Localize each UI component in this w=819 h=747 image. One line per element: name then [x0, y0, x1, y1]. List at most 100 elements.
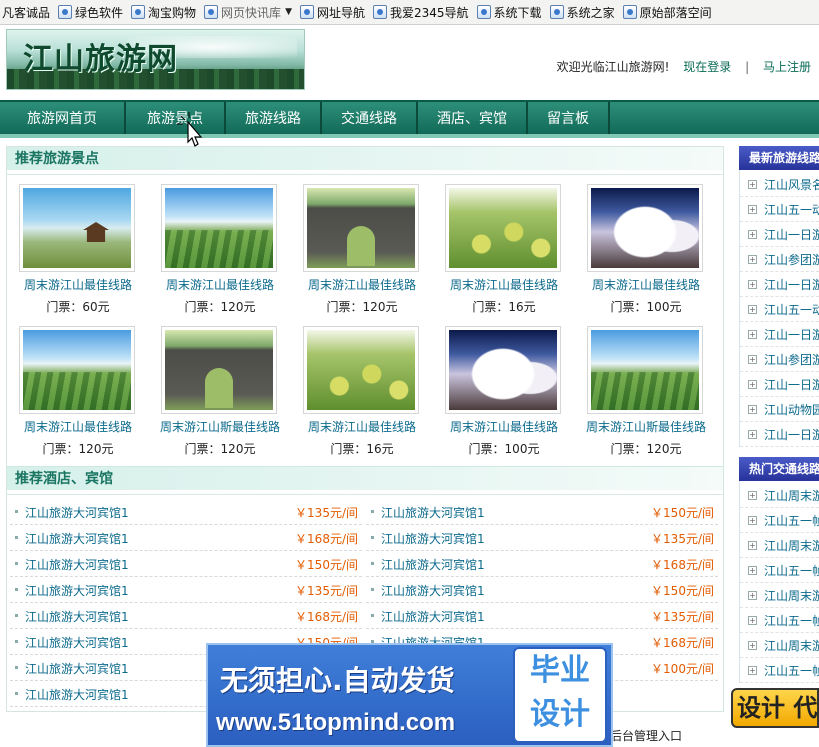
favorite-link[interactable]: 系统之家: [549, 4, 615, 21]
hotel-item[interactable]: 江山旅游大河宾馆1 ￥150元/间: [366, 577, 718, 603]
list-item[interactable]: + 江山参团游: [740, 247, 819, 272]
list-item[interactable]: + 江山动物园: [740, 397, 819, 422]
list-item[interactable]: + 江山五一动: [740, 197, 819, 222]
hotel-name[interactable]: 江山旅游大河宾馆1: [25, 660, 129, 677]
spot-name[interactable]: 周末游江山斯最佳线路: [150, 418, 290, 435]
list-item[interactable]: + 江山周末游: [740, 533, 819, 558]
favorite-link[interactable]: 网址导航: [299, 4, 365, 21]
list-item[interactable]: + 江山五一帧: [740, 608, 819, 633]
spot-card[interactable]: 周末游江山最佳线路 门票：16元: [434, 180, 568, 314]
spot-name[interactable]: 周末游江山最佳线路: [292, 418, 432, 435]
traffic-link[interactable]: 江山周末游: [764, 587, 819, 604]
spot-thumbnail[interactable]: [161, 326, 277, 414]
list-item[interactable]: + 江山参团游: [740, 347, 819, 372]
list-item[interactable]: + 江山风景名: [740, 172, 819, 197]
traffic-link[interactable]: 江山五一帧: [764, 562, 819, 579]
favorite-link[interactable]: 原始部落空间: [622, 4, 712, 21]
favorite-link[interactable]: 系统下载: [476, 4, 542, 21]
spot-card[interactable]: 周末游江山最佳线路 门票：16元: [292, 322, 426, 456]
spot-card[interactable]: 周末游江山最佳线路 门票：60元: [8, 180, 142, 314]
traffic-link[interactable]: 江山周末游: [764, 537, 819, 554]
hotel-item[interactable]: 江山旅游大河宾馆1 ￥150元/间: [366, 499, 718, 525]
route-link[interactable]: 江山一日游: [764, 276, 819, 293]
spot-name[interactable]: 周末游江山斯最佳线路: [576, 418, 716, 435]
traffic-link[interactable]: 江山周末游: [764, 637, 819, 654]
spot-thumbnail[interactable]: [445, 326, 561, 414]
list-item[interactable]: + 江山周末游: [740, 583, 819, 608]
route-link[interactable]: 江山五一动: [764, 201, 819, 218]
traffic-link[interactable]: 江山周末游: [764, 487, 819, 504]
traffic-link[interactable]: 江山五一帧: [764, 512, 819, 529]
nav-routes[interactable]: 旅游线路: [226, 102, 322, 134]
spot-name[interactable]: 周末游江山最佳线路: [434, 418, 574, 435]
spot-card[interactable]: 周末游江山最佳线路 门票：120元: [8, 322, 142, 456]
hotel-name[interactable]: 江山旅游大河宾馆1: [381, 556, 485, 573]
hotel-item[interactable]: 江山旅游大河宾馆1 ￥135元/间: [10, 499, 362, 525]
corner-ad-banner[interactable]: 设计 代: [731, 688, 819, 728]
traffic-link[interactable]: 江山五一帧: [764, 662, 819, 679]
spot-card[interactable]: 周末游江山最佳线路 门票：100元: [576, 180, 710, 314]
spot-card[interactable]: 周末游江山最佳线路 门票：100元: [434, 322, 568, 456]
spot-card[interactable]: 周末游江山最佳线路 门票：120元: [292, 180, 426, 314]
hotel-name[interactable]: 江山旅游大河宾馆1: [381, 582, 485, 599]
hotel-name[interactable]: 江山旅游大河宾馆1: [381, 608, 485, 625]
favorite-folder[interactable]: 网页快讯库 ▼: [204, 4, 292, 21]
route-link[interactable]: 江山动物园: [764, 401, 819, 418]
list-item[interactable]: + 江山五一动: [740, 297, 819, 322]
list-item[interactable]: + 江山五一帧: [740, 508, 819, 533]
hotel-name[interactable]: 江山旅游大河宾馆1: [25, 530, 129, 547]
list-item[interactable]: + 江山五一帧: [740, 558, 819, 583]
hotel-name[interactable]: 江山旅游大河宾馆1: [381, 530, 485, 547]
hotel-item[interactable]: 江山旅游大河宾馆1 ￥135元/间: [366, 525, 718, 551]
route-link[interactable]: 江山一日游: [764, 426, 819, 443]
spot-thumbnail[interactable]: [445, 184, 561, 272]
spot-name[interactable]: 周末游江山最佳线路: [576, 276, 716, 293]
traffic-link[interactable]: 江山五一帧: [764, 612, 819, 629]
list-item[interactable]: + 江山周末游: [740, 633, 819, 658]
route-link[interactable]: 江山参团游: [764, 251, 819, 268]
nav-traffic[interactable]: 交通线路: [322, 102, 418, 134]
spot-name[interactable]: 周末游江山最佳线路: [434, 276, 574, 293]
favorite-link[interactable]: 凡客诚品: [2, 4, 50, 21]
spot-thumbnail[interactable]: [587, 326, 703, 414]
login-link[interactable]: 现在登录: [683, 60, 731, 74]
route-link[interactable]: 江山一日游: [764, 376, 819, 393]
route-link[interactable]: 江山风景名: [764, 176, 819, 193]
spot-name[interactable]: 周末游江山最佳线路: [8, 276, 148, 293]
favorite-link[interactable]: 绿色软件: [58, 4, 123, 21]
hotel-item[interactable]: 江山旅游大河宾馆1 ￥135元/间: [366, 603, 718, 629]
spot-thumbnail[interactable]: [19, 184, 135, 272]
hotel-name[interactable]: 江山旅游大河宾馆1: [381, 504, 485, 521]
spot-name[interactable]: 周末游江山最佳线路: [150, 276, 290, 293]
hotel-item[interactable]: 江山旅游大河宾馆1 ￥168元/间: [366, 551, 718, 577]
favorite-link[interactable]: 我爱2345导航: [373, 4, 469, 21]
route-link[interactable]: 江山五一动: [764, 301, 819, 318]
spot-name[interactable]: 周末游江山最佳线路: [292, 276, 432, 293]
hotel-name[interactable]: 江山旅游大河宾馆1: [25, 556, 129, 573]
spot-thumbnail[interactable]: [303, 326, 419, 414]
route-link[interactable]: 江山参团游: [764, 351, 819, 368]
favorite-link[interactable]: 淘宝购物: [131, 4, 196, 21]
hotel-item[interactable]: 江山旅游大河宾馆1 ￥135元/间: [10, 577, 362, 603]
hotel-name[interactable]: 江山旅游大河宾馆1: [25, 608, 129, 625]
nav-guestbook[interactable]: 留言板: [528, 102, 610, 134]
hotel-name[interactable]: 江山旅游大河宾馆1: [25, 634, 129, 651]
spot-thumbnail[interactable]: [587, 184, 703, 272]
spot-card[interactable]: 周末游江山最佳线路 门票：120元: [150, 180, 284, 314]
hotel-item[interactable]: 江山旅游大河宾馆1 ￥168元/间: [10, 603, 362, 629]
spot-card[interactable]: 周末游江山斯最佳线路 门票：120元: [576, 322, 710, 456]
hotel-name[interactable]: 江山旅游大河宾馆1: [25, 686, 129, 703]
route-link[interactable]: 江山一日游: [764, 226, 819, 243]
register-link[interactable]: 马上注册: [763, 60, 811, 74]
spot-thumbnail[interactable]: [161, 184, 277, 272]
list-item[interactable]: + 江山一日游: [740, 222, 819, 247]
spot-name[interactable]: 周末游江山最佳线路: [8, 418, 148, 435]
site-logo[interactable]: 江山旅游网: [6, 29, 305, 90]
nav-hotels[interactable]: 酒店、宾馆: [418, 102, 528, 134]
list-item[interactable]: + 江山周末游: [740, 483, 819, 508]
route-link[interactable]: 江山一日游: [764, 326, 819, 343]
hotel-name[interactable]: 江山旅游大河宾馆1: [25, 582, 129, 599]
hotel-name[interactable]: 江山旅游大河宾馆1: [25, 504, 129, 521]
spot-thumbnail[interactable]: [19, 326, 135, 414]
list-item[interactable]: + 江山一日游: [740, 422, 819, 447]
